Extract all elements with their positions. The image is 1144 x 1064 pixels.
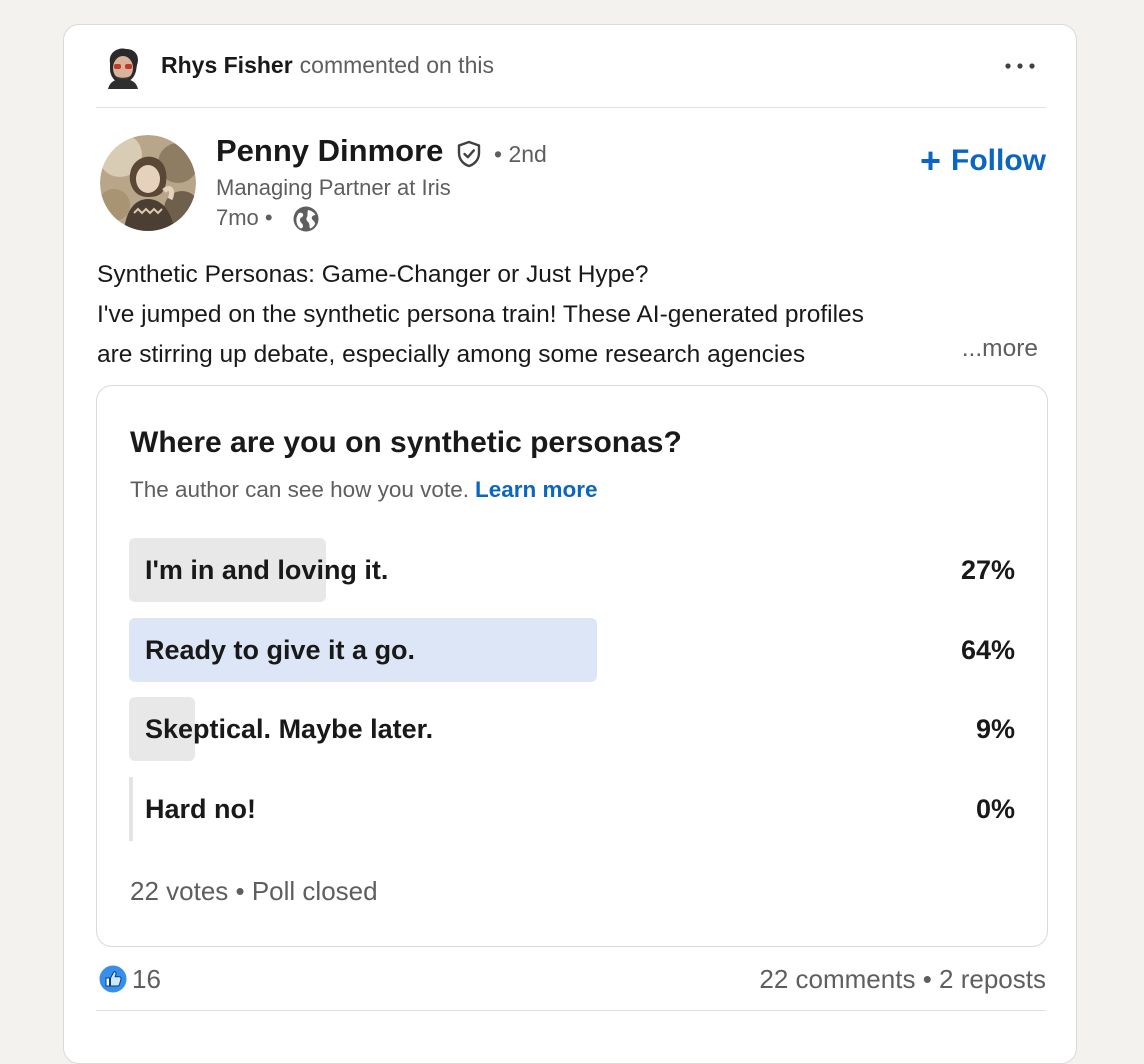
reposts-count[interactable]: 2 reposts bbox=[939, 964, 1046, 994]
poll-option-label: Ready to give it a go. bbox=[145, 635, 416, 665]
engagement-links: 22 comments • 2 reposts bbox=[759, 964, 1046, 995]
activity-action: commented on this bbox=[299, 52, 494, 78]
feed-post-card: Rhys Fisher commented on this Penny Dinmo… bbox=[63, 24, 1077, 1064]
verified-shield-icon bbox=[457, 140, 481, 168]
poll-option-label: Hard no! bbox=[145, 794, 256, 824]
poll-option-zero-bar bbox=[129, 777, 133, 841]
poll-option-percent: 27% bbox=[960, 555, 1015, 585]
like-reaction-icon[interactable] bbox=[98, 964, 128, 994]
post-line: are stirring up debate, especially among… bbox=[97, 341, 806, 368]
activity-header: Rhys Fisher commented on this bbox=[96, 25, 1046, 108]
social-counts: 16 22 comments • 2 reposts bbox=[96, 960, 1046, 1011]
more-options-icon[interactable] bbox=[1000, 51, 1040, 81]
author-headline: Managing Partner at Iris bbox=[216, 175, 451, 200]
poll-option-label: I'm in and loving it. bbox=[145, 555, 389, 585]
poll-option-label: Skeptical. Maybe later. bbox=[145, 714, 434, 744]
poll-note: The author can see how you vote. Learn mo… bbox=[130, 477, 598, 503]
poll-option-percent: 0% bbox=[975, 794, 1015, 824]
actor-avatar[interactable] bbox=[100, 43, 146, 89]
post-line: I've jumped on the synthetic persona tra… bbox=[97, 301, 864, 328]
actor-name[interactable]: Rhys Fisher bbox=[161, 52, 293, 78]
see-more-link[interactable]: ...more bbox=[953, 335, 1038, 363]
follow-button[interactable]: + Follow bbox=[920, 143, 1046, 179]
poll-option-percent: 64% bbox=[960, 635, 1015, 665]
post-timestamp: 7mo • bbox=[216, 205, 273, 230]
comments-count[interactable]: 22 comments bbox=[759, 964, 915, 994]
post-line: Synthetic Personas: Game-Changer or Just… bbox=[97, 261, 649, 288]
learn-more-link[interactable]: Learn more bbox=[475, 477, 598, 502]
separator-dot: • bbox=[922, 964, 932, 994]
poll-question: Where are you on synthetic personas? bbox=[130, 426, 682, 459]
post-body: Synthetic Personas: Game-Changer or Just… bbox=[97, 255, 1047, 375]
plus-icon: + bbox=[919, 140, 942, 181]
poll: Where are you on synthetic personas? The… bbox=[96, 385, 1048, 947]
poll-option-percent: 9% bbox=[975, 714, 1015, 744]
author-name[interactable]: Penny Dinmore bbox=[216, 133, 443, 169]
poll-option: Ready to give it a go. 64% bbox=[129, 618, 1015, 682]
author-avatar[interactable] bbox=[100, 135, 196, 231]
poll-visibility-note: The author can see how you vote. bbox=[130, 477, 469, 502]
poll-footer: 22 votes • Poll closed bbox=[130, 876, 378, 906]
poll-option: I'm in and loving it. 27% bbox=[129, 538, 1015, 602]
poll-option: Hard no! 0% bbox=[129, 777, 1015, 841]
follow-label: Follow bbox=[951, 144, 1046, 177]
reaction-count[interactable]: 16 bbox=[132, 964, 161, 995]
poll-option: Skeptical. Maybe later. 9% bbox=[129, 697, 1015, 761]
activity-text: Rhys Fisher commented on this bbox=[161, 52, 494, 79]
globe-icon bbox=[293, 206, 319, 232]
connection-degree: • 2nd bbox=[494, 141, 547, 167]
